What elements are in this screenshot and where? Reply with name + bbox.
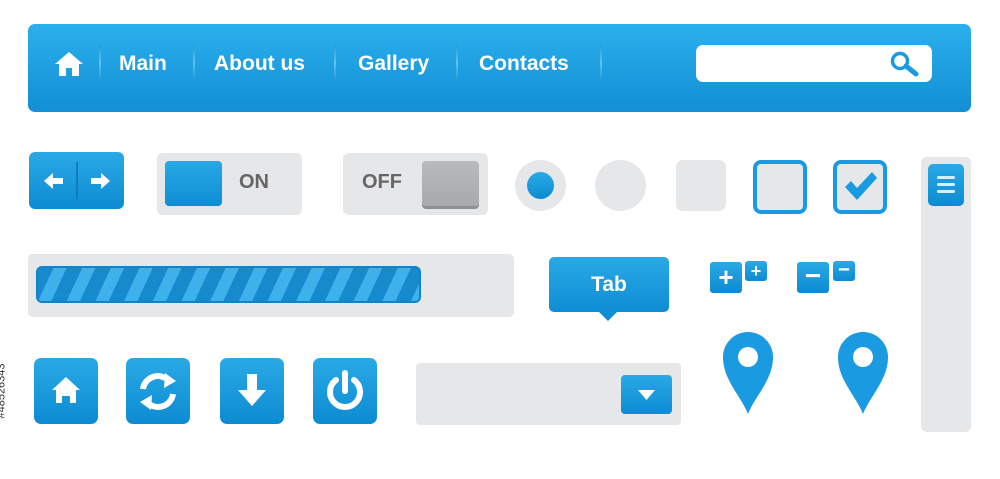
nav-item-about-us[interactable]: About us: [214, 44, 305, 84]
scrollbar-thumb[interactable]: [928, 164, 964, 206]
tab-button[interactable]: Tab: [549, 257, 669, 312]
grip-line: [937, 190, 955, 193]
search-icon[interactable]: [889, 50, 921, 78]
toggle-on-label: ON: [239, 171, 269, 193]
map-pin-icon[interactable]: [721, 330, 775, 415]
radio-button-selected[interactable]: [515, 160, 566, 211]
arrow-right-icon[interactable]: [89, 171, 111, 191]
search-input[interactable]: [704, 51, 874, 75]
home-icon[interactable]: [54, 51, 84, 77]
toggle-knob[interactable]: [422, 161, 479, 206]
divider: [76, 162, 78, 199]
nav-separator: [334, 44, 336, 82]
dropdown-toggle-button[interactable]: [621, 375, 672, 414]
nav-item-gallery[interactable]: Gallery: [358, 44, 429, 84]
zoom-in-small-button[interactable]: +: [745, 261, 767, 281]
stock-code: #48526343: [0, 363, 8, 419]
zoom-out-button[interactable]: −: [797, 262, 829, 293]
grip-line: [937, 183, 955, 186]
checkbox-unchecked[interactable]: [753, 160, 807, 214]
checkbox-plain[interactable]: [676, 160, 726, 211]
toggle-off-label: OFF: [362, 171, 402, 193]
power-button[interactable]: [313, 358, 377, 424]
zoom-in-button[interactable]: +: [710, 262, 742, 293]
arrow-button-pair: [29, 152, 124, 209]
map-pin-icon[interactable]: [836, 330, 890, 415]
tab-pointer: [597, 310, 619, 321]
refresh-icon: [140, 373, 176, 410]
radio-button-unselected[interactable]: [595, 160, 646, 211]
chevron-down-icon: [638, 390, 655, 400]
progress-bar-fill: [36, 266, 421, 303]
power-icon: [327, 370, 363, 410]
download-arrow-icon: [238, 374, 266, 406]
toggle-switch-off[interactable]: OFF: [343, 153, 488, 215]
nav-item-main[interactable]: Main: [119, 44, 167, 84]
arrow-left-icon[interactable]: [43, 171, 65, 191]
home-button[interactable]: [34, 358, 98, 424]
checkbox-checked[interactable]: [833, 160, 887, 214]
radio-dot: [527, 172, 554, 199]
refresh-button[interactable]: [126, 358, 190, 424]
nav-separator: [456, 44, 458, 82]
home-icon: [52, 377, 80, 403]
checkmark-icon: [845, 172, 877, 200]
toggle-knob[interactable]: [165, 161, 222, 206]
zoom-out-small-button[interactable]: −: [833, 260, 855, 281]
nav-item-contacts[interactable]: Contacts: [479, 44, 569, 84]
nav-separator: [193, 44, 195, 82]
download-button[interactable]: [220, 358, 284, 424]
nav-separator: [600, 44, 602, 82]
toggle-switch-on[interactable]: ON: [157, 153, 302, 215]
nav-separator: [99, 44, 101, 82]
grip-line: [937, 176, 955, 179]
